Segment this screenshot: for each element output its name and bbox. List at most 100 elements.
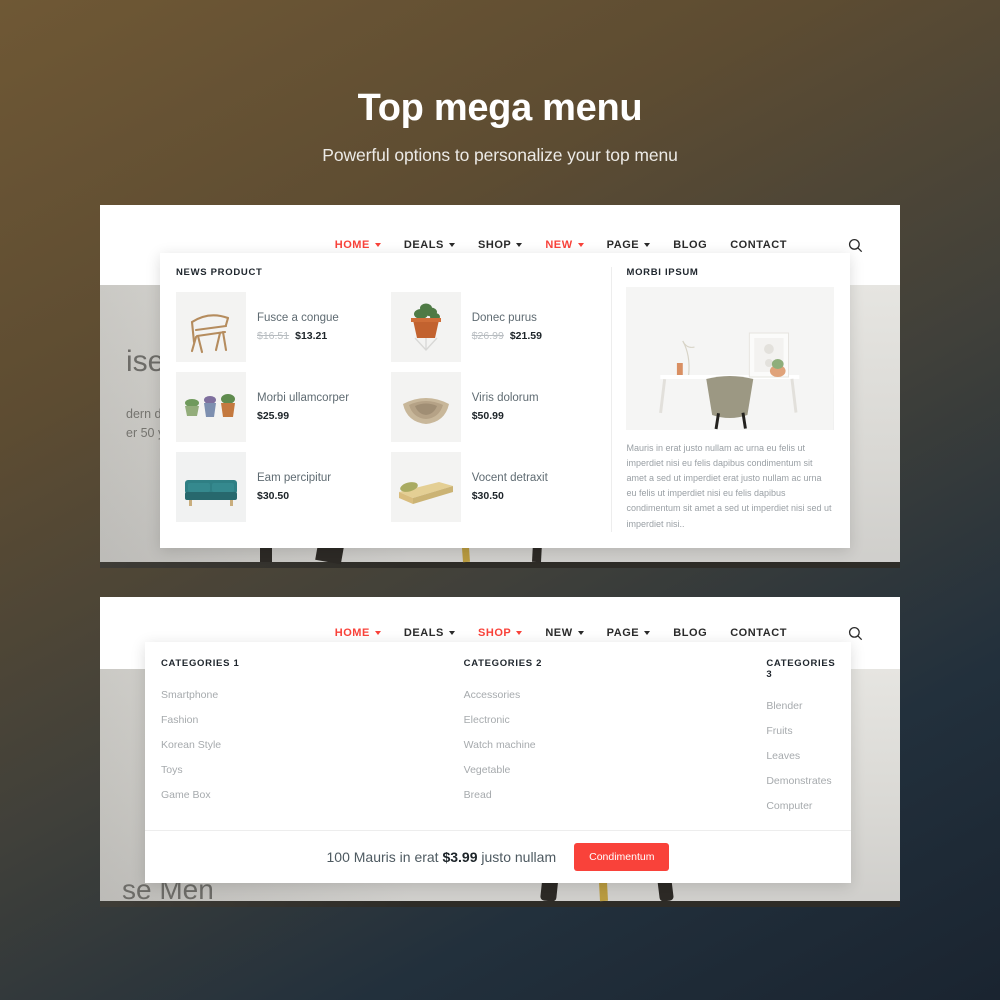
product-info: Fusce a congue $16.51 $13.21 [257,312,339,342]
category-link[interactable]: Korean Style [161,732,376,757]
chevron-down-icon [516,631,523,635]
plant-pot-thumb [390,292,461,362]
product-name: Vocent detraxit [471,472,548,484]
product-prices: $16.51 $13.21 [257,330,339,342]
mega-products-column: NEWS PRODUCT Fusce a congue $16.51 $13.2… [176,267,611,532]
product-prices: $25.99 [257,410,349,422]
product-price: $25.99 [257,410,290,422]
product-price: $30.50 [471,490,504,502]
category-link[interactable]: Demonstrates [766,768,831,793]
nav-label: SHOP [477,627,512,639]
chevron-down-icon [644,631,651,635]
category-link[interactable]: Blender [766,693,825,718]
nav-list-two: HOME DEALS SHOP NEW PAGE BLOG CONTACT [335,624,864,642]
mega-menu-preview-products: ise M dern desig er 50 years by the orig… [100,205,900,568]
nav-item-shop[interactable]: SHOP [477,239,523,251]
search-icon[interactable] [846,624,864,642]
product-prices: $50.99 [472,410,539,422]
nav-label: DEALS [403,239,444,251]
chevron-down-icon [577,631,584,635]
product-info: Eam percipitur $30.50 [257,472,331,502]
category-link[interactable]: Watch machine [464,732,601,757]
product-item[interactable]: Morbi ullamcorper $25.99 [176,367,391,447]
category-link[interactable]: Accessories [464,682,601,707]
product-price: $50.99 [471,410,504,422]
nav-label: NEW [545,627,573,639]
category-link[interactable]: Leaves [766,743,825,768]
categories-column-1: CATEGORIES 1 Smartphone Fashion Korean S… [161,658,386,818]
nav-label: PAGE [606,627,640,639]
bowls-thumb [390,372,461,442]
desk-chair-photo [626,287,834,430]
product-item[interactable]: Viris dolorum $50.99 [390,367,606,447]
nav-item-new[interactable]: NEW [545,239,584,251]
category-link[interactable]: Toys [161,757,376,782]
product-name: Morbi ullamcorper [257,392,350,404]
morbi-ipsum-description: Mauris in erat justo nullam ac urna eu f… [626,443,832,529]
nav-label: CONTACT [730,627,787,639]
nav-item-blog[interactable]: BLOG [673,239,707,251]
product-name: Fusce a congue [257,312,339,324]
chair-thumb [176,292,246,362]
condimentum-button[interactable]: Condimentum [574,843,670,871]
product-item[interactable]: Vocent detraxit $30.50 [390,447,606,527]
promo-text: 100 Mauris in erat $3.99 justo nullam [327,849,557,865]
categories-column-3: CATEGORIES 3 Blender Fruits Leaves Demon… [610,658,835,818]
product-item[interactable]: Fusce a congue $16.51 $13.21 [176,287,391,367]
product-name: Donec purus [471,312,537,324]
product-name: Eam percipitur [257,472,332,484]
nav-item-page[interactable]: PAGE [607,627,651,639]
categories-title: CATEGORIES 2 [463,658,543,669]
page-title: Top mega menu [357,87,643,129]
promo-text-before: 100 Mauris in erat [326,849,443,865]
product-info: Vocent detraxit $30.50 [472,472,548,502]
nav-item-deals[interactable]: DEALS [404,627,455,639]
category-link[interactable]: Fruits [766,718,825,743]
nav-item-home[interactable]: HOME [335,239,381,251]
product-price: $30.50 [257,490,290,502]
categories-row: CATEGORIES 1 Smartphone Fashion Korean S… [145,642,851,830]
category-link[interactable]: Vegetable [464,757,601,782]
chevron-down-icon [374,631,381,635]
nav-item-contact[interactable]: CONTACT [730,239,787,251]
nav-item-page[interactable]: PAGE [607,239,651,251]
product-prices: $30.50 [257,490,331,502]
nav-item-new[interactable]: NEW [545,627,584,639]
category-link[interactable]: Electronic [464,707,601,732]
category-link[interactable]: Bread [464,782,601,807]
sofa-thumb [176,452,246,522]
category-link[interactable]: Smartphone [161,682,376,707]
promo-text-after: justo nullam [477,849,557,865]
category-link[interactable]: Fashion [161,707,376,732]
product-prices: $30.50 [472,490,548,502]
nav-item-deals[interactable]: DEALS [404,239,455,251]
nav-item-shop[interactable]: SHOP [477,627,523,639]
nav-label: CONTACT [730,239,787,251]
page-subtitle: Powerful options to personalize your top… [322,144,678,165]
category-link[interactable]: Computer [766,793,825,818]
mega-dropdown-products: NEWS PRODUCT Fusce a congue $16.51 $13.2… [160,253,850,548]
search-icon[interactable] [846,236,864,254]
product-old-price: $16.51 [257,330,290,342]
nav-item-blog[interactable]: BLOG [673,627,707,639]
chevron-down-icon [577,243,584,247]
product-price: $13.21 [295,330,328,342]
nav-item-home[interactable]: HOME [335,627,381,639]
mega-dropdown-categories: CATEGORIES 1 Smartphone Fashion Korean S… [145,642,851,883]
chevron-down-icon [374,243,381,247]
product-item[interactable]: Eam percipitur $30.50 [176,447,391,527]
nav-label: SHOP [477,239,512,251]
mega-menu-preview-categories: se Men HOME DEALS SHOP NEW PAGE BLOG CON… [100,597,900,907]
product-info: Morbi ullamcorper $25.99 [257,392,349,422]
mega-side-column: MORBI IPSUM Mauris in erat justo nullam … [611,267,834,532]
nav-list-one: HOME DEALS SHOP NEW PAGE BLOG CONTACT [335,236,864,254]
categories-title: CATEGORIES 3 [766,658,836,680]
categories-title: CATEGORIES 1 [161,658,240,669]
nav-label: HOME [334,239,370,251]
categories-column-2: CATEGORIES 2 Accessories Electronic Watc… [386,658,611,818]
nav-item-contact[interactable]: CONTACT [730,627,787,639]
product-info: Viris dolorum $50.99 [472,392,539,422]
product-item[interactable]: Donec purus $26.99 $21.59 [390,287,606,367]
category-link[interactable]: Game Box [161,782,376,807]
chevron-down-icon [448,631,455,635]
